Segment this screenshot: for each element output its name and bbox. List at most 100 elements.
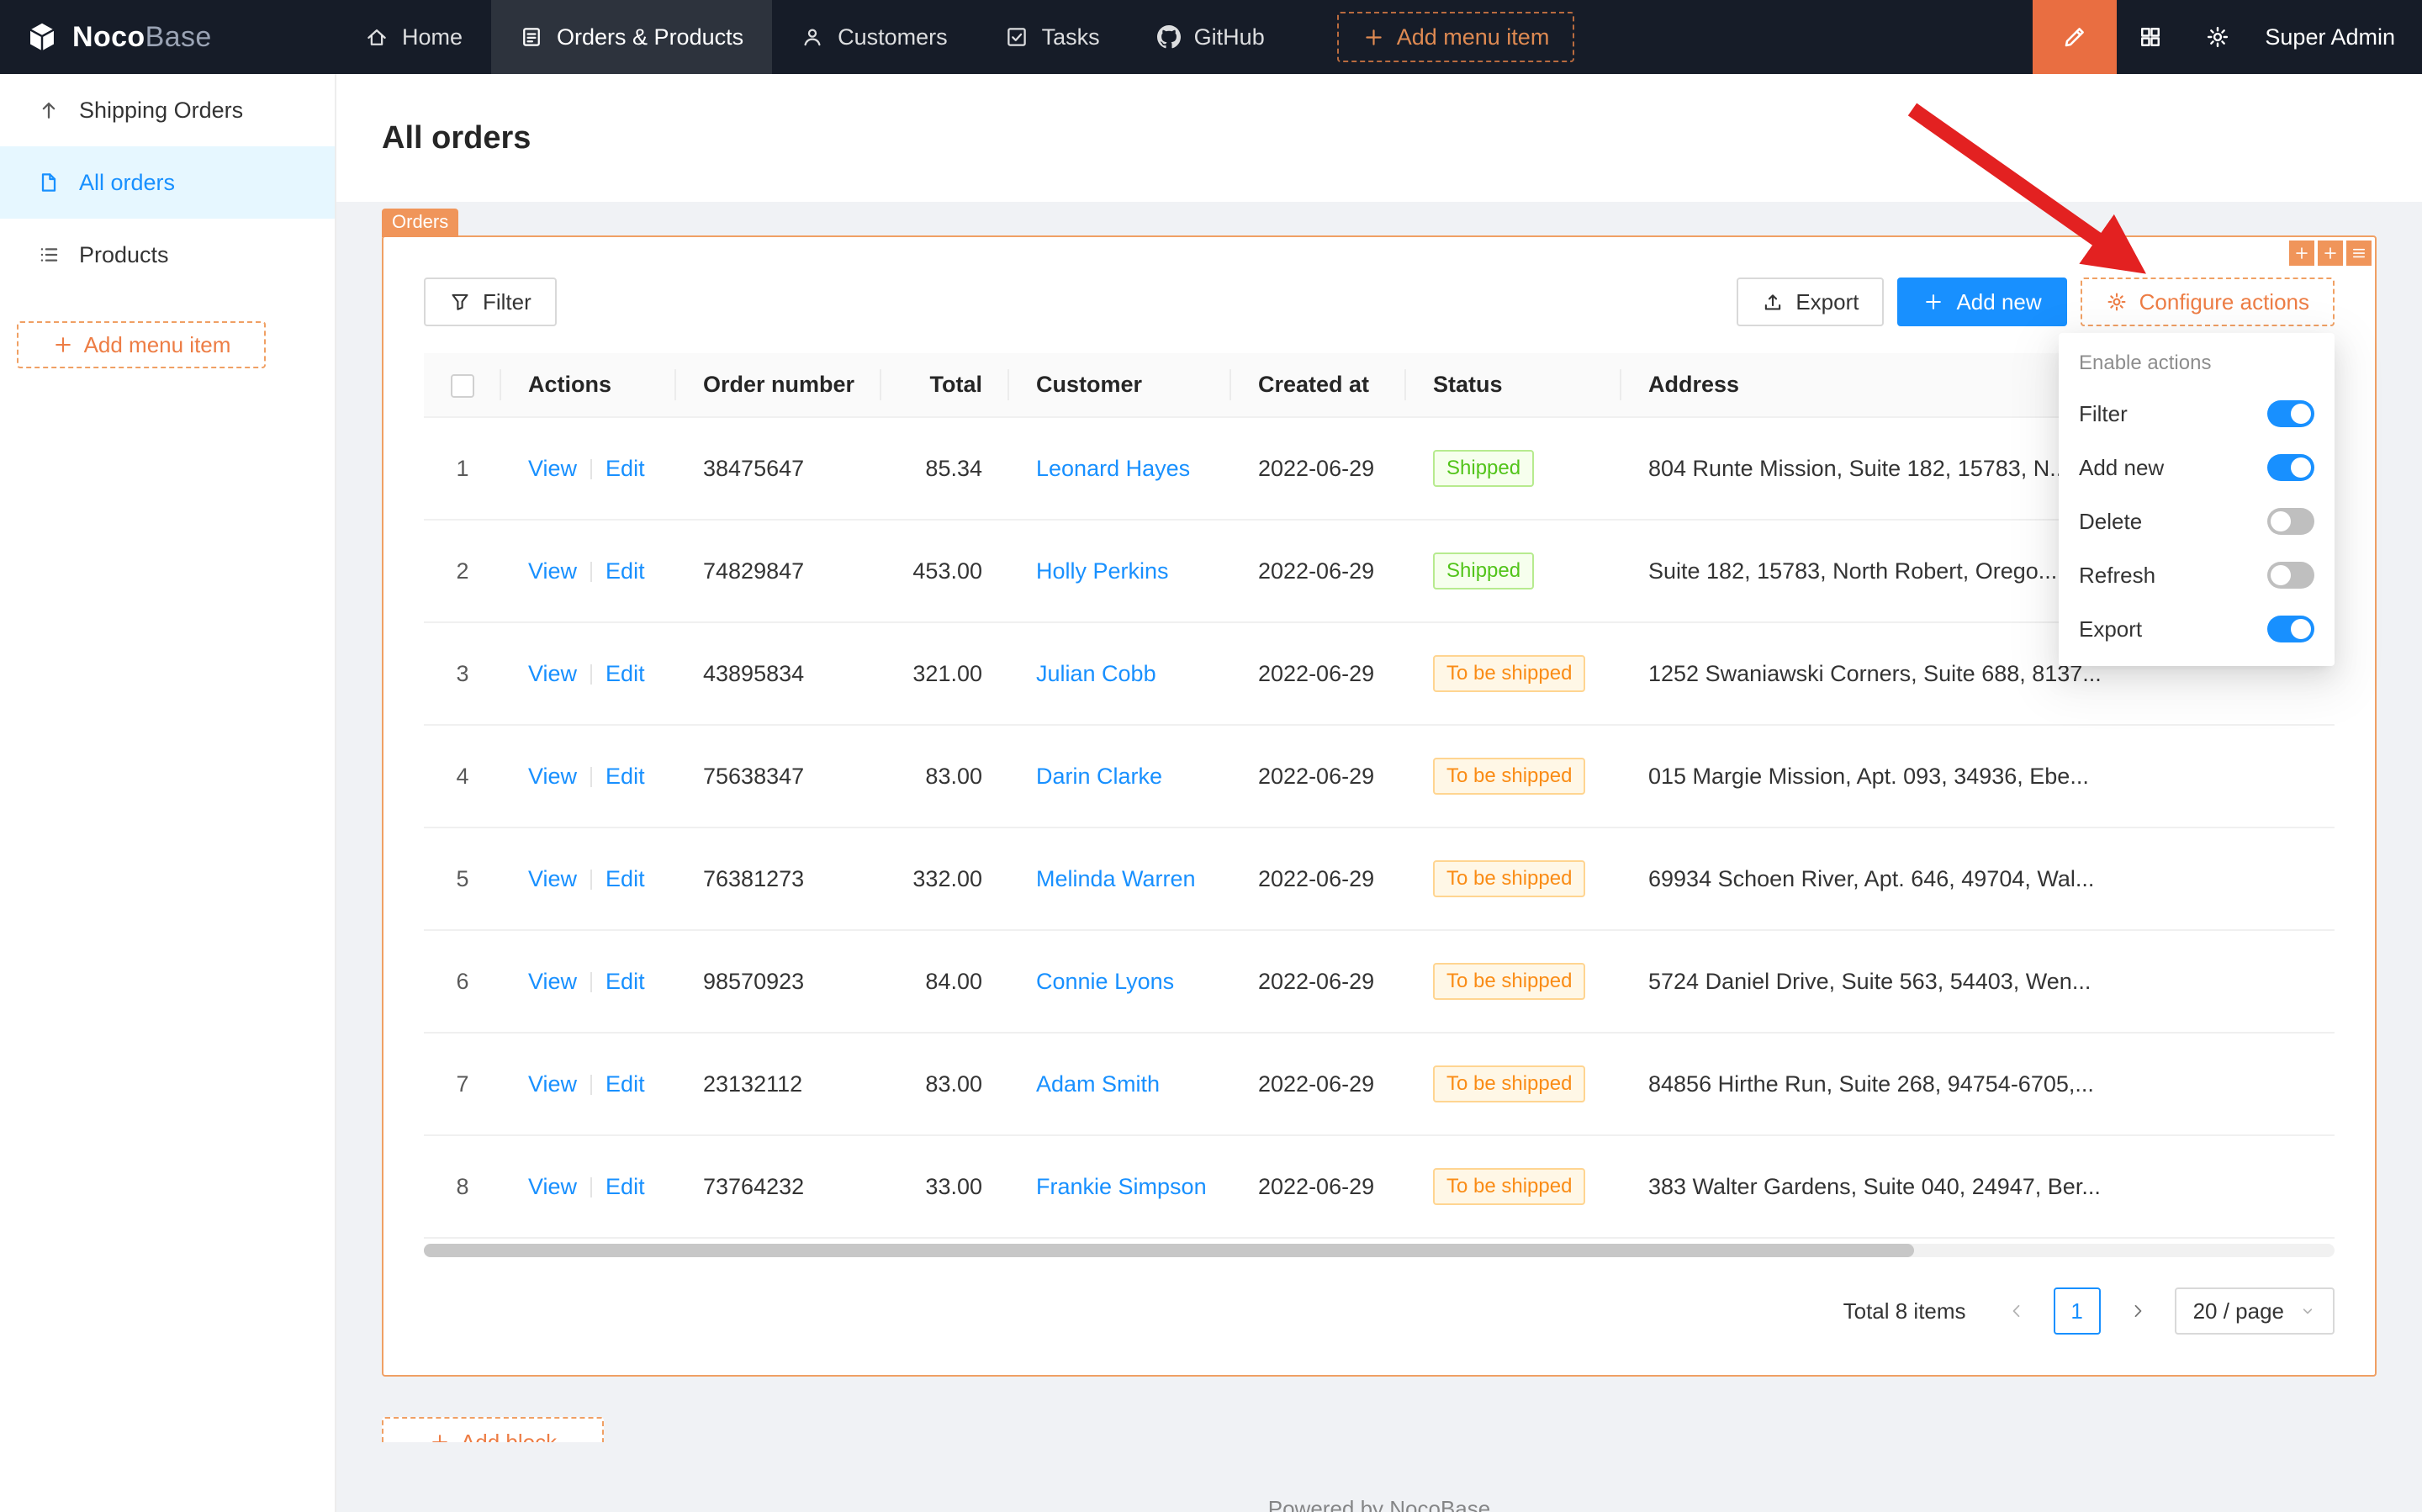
row-index: 3 [424, 622, 501, 725]
settings-button[interactable] [2184, 0, 2251, 74]
customer-link[interactable]: Melinda Warren [1036, 866, 1196, 891]
add-menu-item-button[interactable]: Add menu item [1337, 12, 1575, 62]
view-link[interactable]: View [528, 969, 577, 994]
view-link[interactable]: View [528, 1071, 577, 1097]
home-icon [365, 25, 389, 49]
status-badge: To be shipped [1433, 655, 1585, 692]
address-cell: 015 Margie Mission, Apt. 093, 34936, Ebe… [1621, 725, 2335, 827]
customer-link[interactable]: Darin Clarke [1036, 764, 1162, 789]
view-link[interactable]: View [528, 764, 577, 789]
orders-icon [520, 25, 543, 49]
customer-link[interactable]: Holly Perkins [1036, 558, 1169, 584]
scrollbar-thumb[interactable] [424, 1244, 1914, 1257]
export-button[interactable]: Export [1737, 278, 1884, 326]
dropdown-item-export[interactable]: Export [2059, 602, 2335, 656]
edit-link[interactable]: Edit [606, 661, 645, 686]
export-icon [1762, 291, 1784, 313]
actionbar-right-group: Export Add new Configure actions [1737, 278, 2335, 326]
total-cell: 83.00 [881, 725, 1009, 827]
nav-item-home[interactable]: Home [336, 0, 491, 74]
plus-icon [429, 1431, 451, 1442]
pagination-next-button[interactable] [2114, 1287, 2161, 1335]
edit-link[interactable]: Edit [606, 969, 645, 994]
customer-link[interactable]: Frankie Simpson [1036, 1174, 1207, 1199]
filter-button-label: Filter [483, 289, 531, 315]
select-all-checkbox[interactable] [451, 374, 474, 398]
total-cell: 332.00 [881, 827, 1009, 930]
insert-block-icon[interactable] [2318, 241, 2343, 266]
dropdown-item-add-new[interactable]: Add new [2059, 441, 2335, 494]
table-row: 8ViewEdit7376423233.00Frankie Simpson202… [424, 1135, 2335, 1238]
view-link[interactable]: View [528, 456, 577, 481]
sidebar-item-products[interactable]: Products [0, 219, 335, 291]
chevron-down-icon [2299, 1303, 2316, 1319]
toggle-delete[interactable] [2267, 508, 2314, 535]
brand-base: Base [145, 21, 212, 53]
view-link[interactable]: View [528, 661, 577, 686]
plugins-button[interactable] [2117, 0, 2184, 74]
list-icon [37, 243, 61, 267]
pagination-page-button[interactable]: 1 [2054, 1287, 2101, 1335]
nav-item-customers[interactable]: Customers [772, 0, 976, 74]
nav-item-orders-products[interactable]: Orders & Products [491, 0, 772, 74]
row-index: 7 [424, 1033, 501, 1135]
action-divider [590, 1177, 592, 1197]
action-divider [590, 562, 592, 582]
file-icon [37, 171, 61, 194]
plus-icon [1922, 291, 1944, 313]
view-link[interactable]: View [528, 558, 577, 584]
sidebar-item-all-orders[interactable]: All orders [0, 146, 335, 219]
row-index: 5 [424, 827, 501, 930]
add-block-button[interactable]: Add block [382, 1417, 604, 1442]
edit-link[interactable]: Edit [606, 456, 645, 481]
customer-link[interactable]: Leonard Hayes [1036, 456, 1190, 481]
toggle-add-new[interactable] [2267, 454, 2314, 481]
drag-handle-icon[interactable] [2346, 241, 2372, 266]
add-new-button[interactable]: Add new [1897, 278, 2066, 326]
edit-link[interactable]: Edit [606, 866, 645, 891]
order-number-cell: 43895834 [676, 622, 881, 725]
customer-link[interactable]: Adam Smith [1036, 1071, 1160, 1097]
initializer-icon[interactable] [2289, 241, 2314, 266]
dropdown-item-refresh[interactable]: Refresh [2059, 548, 2335, 602]
created-at-cell: 2022-06-29 [1231, 930, 1406, 1033]
page-header: All orders [336, 74, 2422, 202]
view-link[interactable]: View [528, 1174, 577, 1199]
row-index: 4 [424, 725, 501, 827]
nav-item-github[interactable]: GitHub [1129, 0, 1293, 74]
nav-item-tasks[interactable]: Tasks [976, 0, 1129, 74]
nav-item-label: Home [402, 24, 463, 50]
dropdown-item-label: Add new [2079, 455, 2164, 481]
dropdown-item-filter[interactable]: Filter [2059, 387, 2335, 441]
customer-link[interactable]: Connie Lyons [1036, 969, 1174, 994]
filter-button[interactable]: Filter [424, 278, 557, 326]
status-badge: Shipped [1433, 450, 1534, 487]
configure-actions-button[interactable]: Configure actions [2081, 278, 2335, 326]
total-cell: 321.00 [881, 622, 1009, 725]
user-menu[interactable]: Super Admin [2251, 24, 2422, 50]
view-link[interactable]: View [528, 866, 577, 891]
column-header-status: Status [1406, 353, 1621, 417]
action-divider [590, 664, 592, 685]
dropdown-items: Filter Add new DeleteRefreshExport [2059, 387, 2335, 656]
brand[interactable]: NocoBase [0, 0, 336, 74]
pagination-prev-button[interactable] [1993, 1287, 2040, 1335]
sidebar-add-menu-item-button[interactable]: Add menu item [17, 321, 266, 368]
ui-editor-button[interactable] [2033, 0, 2117, 74]
edit-link[interactable]: Edit [606, 1174, 645, 1199]
edit-link[interactable]: Edit [606, 764, 645, 789]
edit-link[interactable]: Edit [606, 1071, 645, 1097]
orders-block: Orders Filter Export [382, 235, 2377, 1377]
created-at-cell: 2022-06-29 [1231, 827, 1406, 930]
toggle-knob [2271, 511, 2291, 531]
sidebar-item-shipping-orders[interactable]: Shipping Orders [0, 74, 335, 146]
dropdown-item-delete[interactable]: Delete [2059, 494, 2335, 548]
edit-link[interactable]: Edit [606, 558, 645, 584]
toggle-refresh[interactable] [2267, 562, 2314, 589]
nav-item-label: Tasks [1042, 24, 1100, 50]
customer-link[interactable]: Julian Cobb [1036, 661, 1156, 686]
toggle-filter[interactable] [2267, 400, 2314, 427]
grid-icon [2138, 24, 2163, 50]
toggle-export[interactable] [2267, 616, 2314, 642]
page-size-select[interactable]: 20 / page [2175, 1287, 2335, 1335]
